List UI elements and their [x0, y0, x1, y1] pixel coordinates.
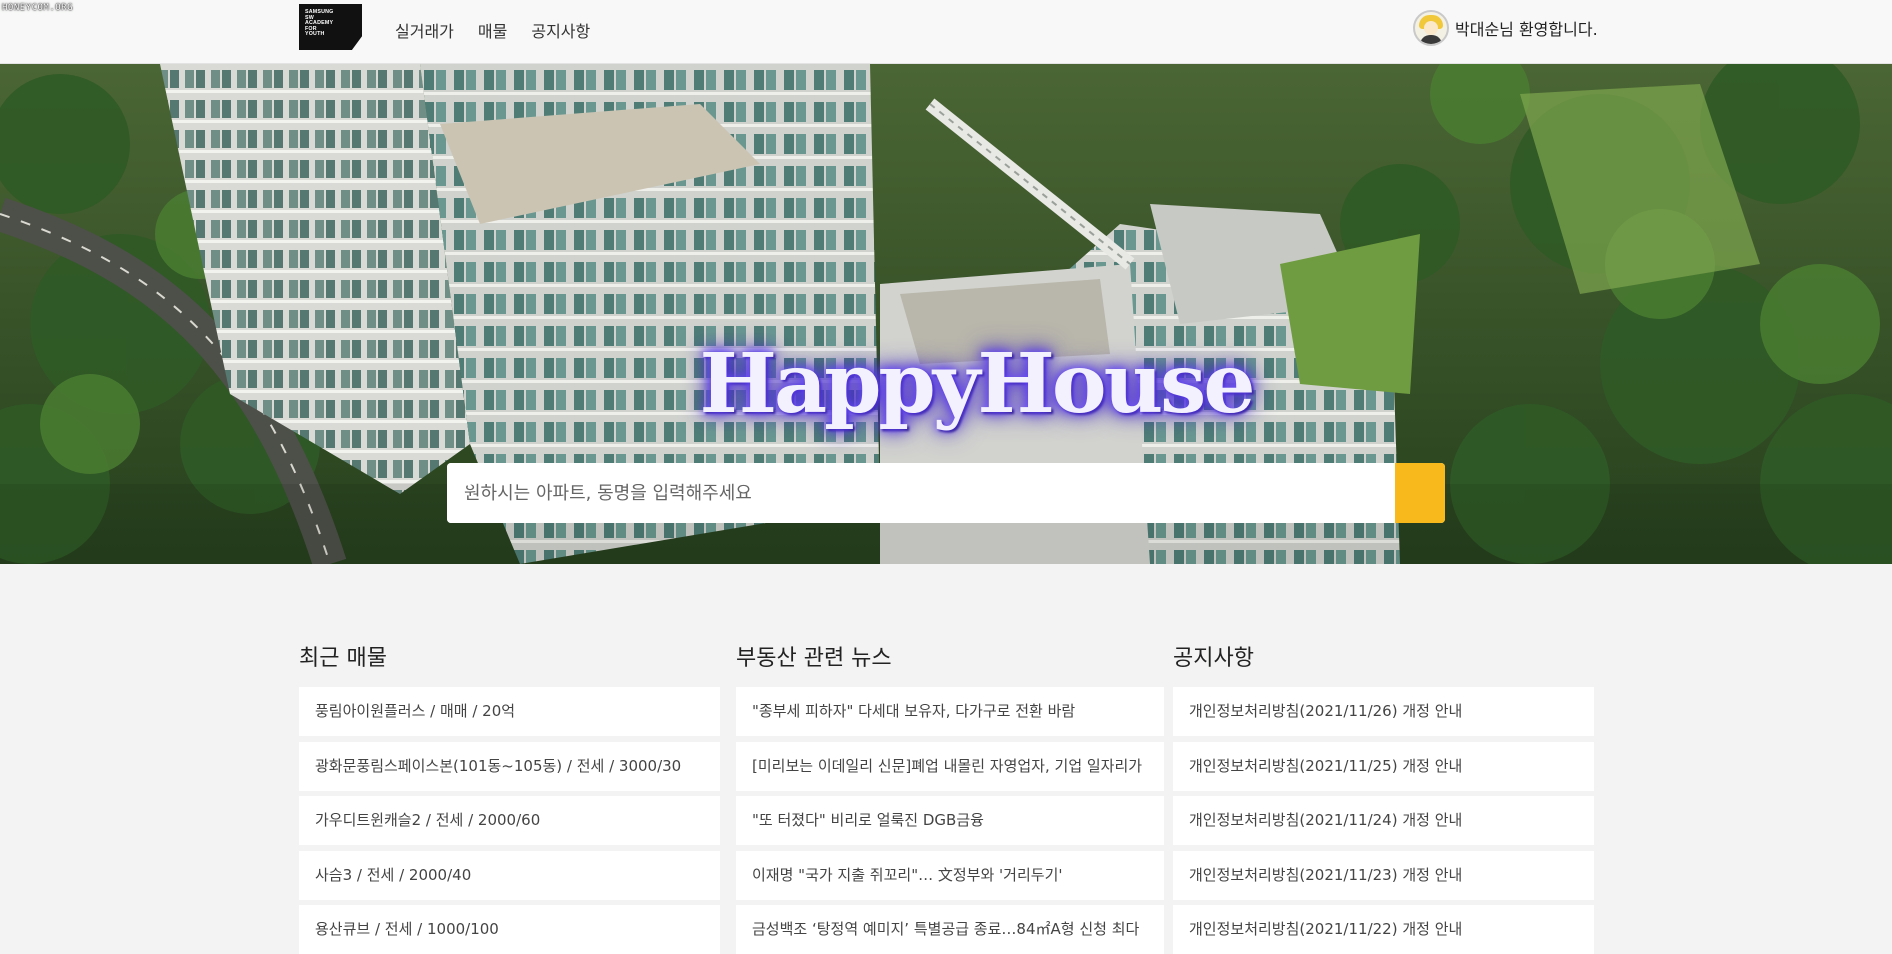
- search-input[interactable]: [447, 463, 1395, 523]
- nav-link-transactions[interactable]: 실거래가: [395, 18, 454, 42]
- logo-text: SAMSUNG SW ACADEMY FOR YOUTH: [305, 9, 334, 38]
- ssafy-logo[interactable]: SAMSUNG SW ACADEMY FOR YOUTH: [299, 4, 362, 50]
- nav-link-listings[interactable]: 매물: [478, 18, 507, 42]
- notices-section: 공지사항 개인정보처리방침(2021/11/26) 개정 안내 개인정보처리방침…: [1173, 640, 1594, 954]
- notice-item[interactable]: 개인정보처리방침(2021/11/23) 개정 안내: [1173, 850, 1594, 900]
- welcome-text: 박대순님 환영합니다.: [1455, 20, 1598, 39]
- listing-item[interactable]: 용산큐브 / 전세 / 1000/100: [299, 905, 720, 954]
- listing-item[interactable]: 풍림아이원플러스 / 매매 / 20억: [299, 687, 720, 736]
- nav-link-notices[interactable]: 공지사항: [531, 18, 590, 42]
- notice-item[interactable]: 개인정보처리방침(2021/11/26) 개정 안내: [1173, 687, 1594, 736]
- search-button[interactable]: [448, 463, 1445, 523]
- notice-item[interactable]: 개인정보처리방침(2021/11/25) 개정 안내: [1173, 741, 1594, 791]
- listing-item[interactable]: 광화문풍림스페이스본(101동~105동) / 전세 / 3000/30: [299, 741, 720, 791]
- hero-banner: HappyHouse: [0, 64, 1892, 564]
- search-icon: [448, 464, 473, 489]
- recent-listings-section: 최근 매물 풍림아이원플러스 / 매매 / 20억 광화문풍림스페이스본(101…: [299, 640, 720, 954]
- news-section: 부동산 관련 뉴스 "종부세 피하자" 다세대 보유자, 다가구로 전환 바람 …: [736, 640, 1164, 954]
- news-item[interactable]: "종부세 피하자" 다세대 보유자, 다가구로 전환 바람: [736, 687, 1164, 736]
- section-title: 최근 매물: [299, 646, 387, 671]
- avatar-icon[interactable]: [1413, 10, 1449, 46]
- search-bar: [447, 463, 1445, 523]
- watermark: HONEYCOM.ORG: [2, 3, 74, 13]
- nav-links: 실거래가 매물 공지사항: [395, 18, 590, 42]
- listing-item[interactable]: 가우디트윈캐슬2 / 전세 / 2000/60: [299, 796, 720, 845]
- news-item[interactable]: [미리보는 이데일리 신문]폐업 내몰린 자영업자, 기업 일자리가: [736, 741, 1164, 791]
- news-item[interactable]: "또 터졌다" 비리로 얼룩진 DGB금융: [736, 796, 1164, 845]
- news-item[interactable]: 이재명 "국가 지출 쥐꼬리"… 文정부와 '거리두기': [736, 850, 1164, 900]
- notice-item[interactable]: 개인정보처리방침(2021/11/24) 개정 안내: [1173, 796, 1594, 845]
- section-title: 공지사항: [1173, 646, 1254, 671]
- section-title: 부동산 관련 뉴스: [736, 646, 892, 671]
- hero-title: HappyHouse: [699, 336, 1255, 432]
- listing-item[interactable]: 사슴3 / 전세 / 2000/40: [299, 850, 720, 900]
- user-menu[interactable]: 박대순님 환영합니다.: [1413, 10, 1598, 46]
- top-navbar: SAMSUNG SW ACADEMY FOR YOUTH 실거래가 매물 공지사…: [0, 0, 1892, 64]
- notice-item[interactable]: 개인정보처리방침(2021/11/22) 개정 안내: [1173, 905, 1594, 954]
- news-item[interactable]: 금성백조 ‘탕정역 예미지’ 특별공급 종료…84㎡A형 신청 최다: [736, 905, 1164, 954]
